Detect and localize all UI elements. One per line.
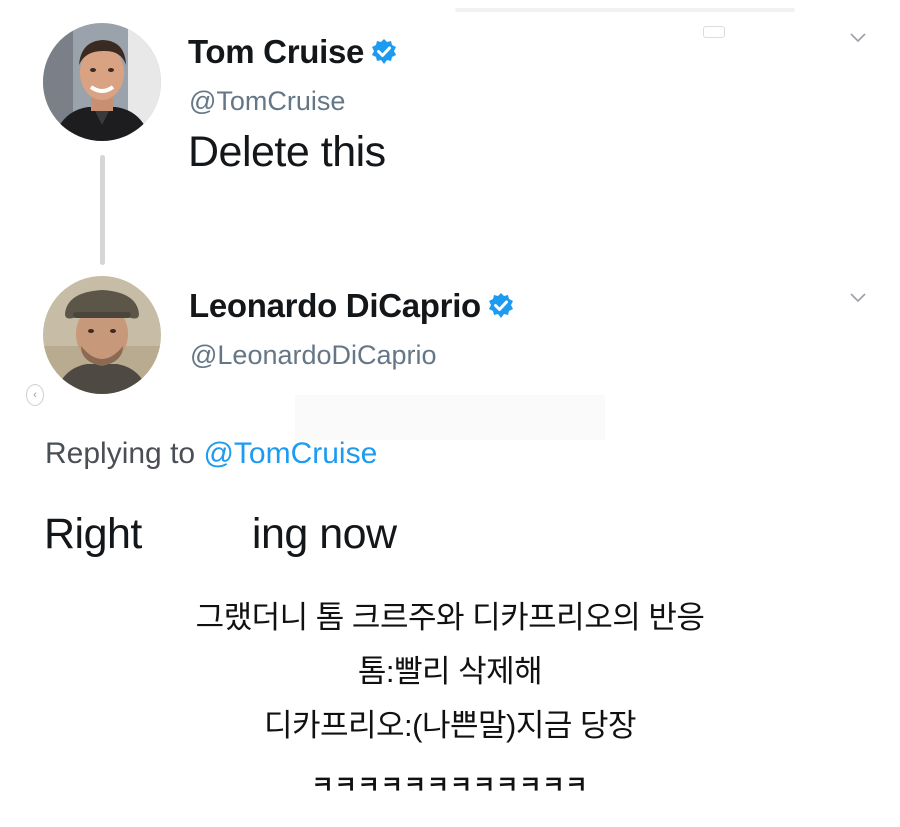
avatar-tom-cruise[interactable]	[43, 23, 161, 141]
avatar-leonardo-dicaprio[interactable]	[43, 276, 161, 394]
tweet-text-1: Delete this	[188, 128, 386, 176]
author-name-leonardo-dicaprio[interactable]: Leonardo DiCaprio	[189, 287, 515, 325]
author-handle-leonardo-dicaprio[interactable]: @LeonardoDiCaprio	[190, 340, 437, 371]
verified-badge-icon	[370, 36, 398, 64]
verified-badge-icon	[487, 290, 515, 318]
author-name-tom-cruise[interactable]: Tom Cruise	[188, 33, 398, 71]
replying-to-handle-link[interactable]: @TomCruise	[203, 437, 377, 470]
caption-line-3: 디카프리오:(나쁜말)지금 당장	[263, 708, 637, 743]
replying-to-line: Replying to @TomCruise	[45, 437, 377, 471]
status-pill-icon	[703, 26, 725, 38]
chevron-down-icon[interactable]	[850, 30, 866, 43]
author-name-text: Leonardo DiCaprio	[189, 287, 481, 324]
caption-laugh: ㅋㅋㅋㅋㅋㅋㅋㅋㅋㅋㅋㅋ	[311, 772, 589, 799]
thread-connector-line	[100, 155, 105, 265]
caption-line-2: 톰:빨리 삭제해	[357, 654, 543, 689]
tweet-text-2-start: Right	[44, 510, 142, 558]
blurred-area	[295, 395, 605, 440]
tweet-text-2-end: ing now	[251, 510, 397, 558]
replying-to-label: Replying to	[45, 437, 196, 470]
left-arrow-icon[interactable]: ‹	[26, 384, 44, 406]
caption-line-1: 그랬더니 톰 크르주와 디카프리오의 반응	[195, 600, 705, 635]
author-handle-tom-cruise[interactable]: @TomCruise	[189, 86, 345, 117]
author-name-text: Tom Cruise	[188, 33, 365, 70]
screen-top-bar	[455, 8, 795, 12]
tweet-text-2: Right ing now	[44, 510, 397, 559]
chevron-down-icon[interactable]	[850, 290, 866, 303]
